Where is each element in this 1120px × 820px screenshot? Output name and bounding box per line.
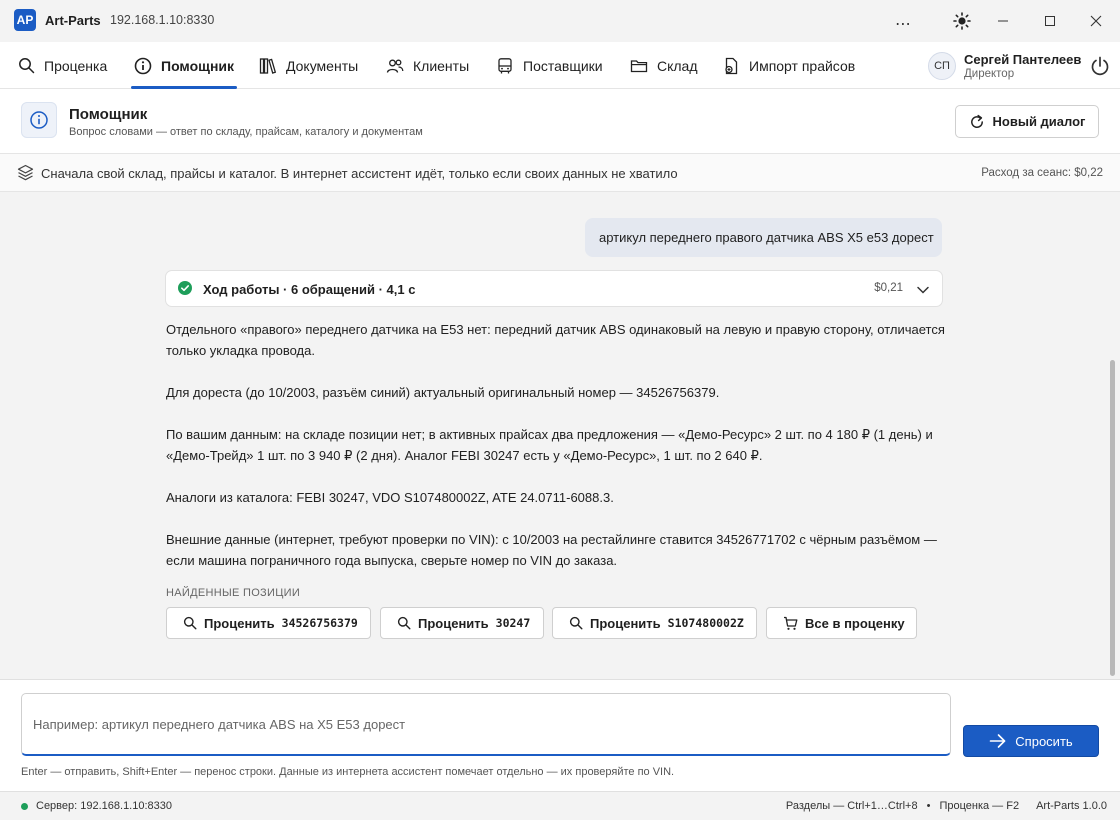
nav-item-assistant[interactable]: Помощник [130, 42, 238, 89]
button-label: Все в проценку [805, 615, 905, 631]
page-header: Помощник Вопрос словами — ответ по склад… [0, 89, 1120, 154]
info-bar: Сначала свой склад, прайсы и каталог. В … [0, 154, 1120, 192]
page-title: Помощник [69, 106, 148, 123]
part-code: 30247 [495, 616, 531, 630]
all-to-pricing-button[interactable]: Все в проценку [766, 607, 917, 639]
answer-paragraph: Аналоги из каталога: FEBI 30247, VDO S10… [166, 490, 614, 505]
new-dialog-button[interactable]: Новый диалог [955, 105, 1099, 138]
nav-item-warehouse[interactable]: Склад [630, 42, 698, 89]
answer-paragraph: Внешние данные (интернет, требуют провер… [166, 532, 937, 568]
pricing-hotkey: Проценка — F2 [939, 800, 1020, 812]
maximize-icon [1045, 16, 1055, 26]
ask-button[interactable]: Спросить [963, 725, 1099, 757]
folder-icon [630, 57, 648, 75]
search-icon [397, 616, 411, 630]
sun-icon [953, 12, 971, 30]
answer-paragraph: Для дореста (до 10/2003, разъём синий) а… [166, 385, 720, 400]
search-icon [569, 616, 583, 630]
status-separator: • [926, 800, 931, 812]
page-subtitle: Вопрос словами — ответ по складу, прайса… [69, 126, 423, 138]
cart-icon [784, 616, 798, 630]
title-bar: AP Art-Parts 192.168.1.10:8330 [0, 0, 1120, 42]
info-icon [134, 57, 152, 75]
part-code: S107480002Z [667, 616, 744, 630]
layers-icon [17, 164, 34, 181]
button-label: Проценить [590, 615, 661, 631]
user-avatar[interactable]: СП [928, 52, 956, 80]
app-name: Art-Parts [45, 13, 101, 28]
session-cost: Расход за сеанс: $0,22 [981, 167, 1103, 179]
info-bar-text: Сначала свой склад, прайсы и каталог. В … [41, 166, 678, 181]
minimize-button[interactable] [989, 8, 1017, 34]
button-label: Проценить [204, 615, 275, 631]
bus-icon [496, 57, 514, 75]
server-status-text: Сервер: 192.168.1.10:8330 [36, 800, 173, 812]
maximize-button[interactable] [1036, 8, 1064, 34]
close-icon [1090, 15, 1102, 27]
nav-item-label: Документы [286, 57, 359, 74]
nav-item-pricing[interactable]: Проценка [17, 42, 107, 89]
found-positions-label: НАЙДЕННЫЕ ПОЗИЦИИ [166, 587, 301, 599]
app-logo: AP [14, 9, 36, 31]
button-label: Проценить [418, 615, 489, 631]
price-s107480002z-button[interactable]: Проценить S107480002Z [552, 607, 757, 639]
user-message: артикул переднего правого датчика ABS X5… [585, 218, 942, 257]
server-status-dot [21, 803, 28, 810]
file-import-icon [722, 57, 740, 75]
status-bar: Сервер: 192.168.1.10:8330 Разделы — Ctrl… [0, 791, 1120, 820]
users-icon [386, 57, 404, 75]
nav-item-price-import[interactable]: Импорт прайсов [722, 42, 855, 89]
price-34526756379-button[interactable]: Проценить 34526756379 [166, 607, 371, 639]
user-role: Директор [964, 68, 1015, 80]
books-icon [259, 57, 277, 75]
nav-item-label: Склад [657, 57, 698, 74]
search-icon [17, 57, 35, 75]
nav-item-label: Поставщики [523, 57, 603, 74]
answer-paragraph: Отдельного «правого» переднего датчика н… [166, 322, 945, 358]
chevron-down-icon[interactable] [916, 284, 930, 296]
work-progress-panel[interactable]: Ход работы · 6 обращений · 4,1 с $0,21 [165, 270, 943, 307]
part-code: 34526756379 [281, 616, 358, 630]
status-right: Разделы — Ctrl+1…Ctrl+8 • Проценка — F2 … [786, 800, 1107, 812]
refresh-icon [970, 114, 983, 128]
nav-item-label: Клиенты [413, 57, 470, 74]
more-menu-button[interactable]: ⋯ [895, 14, 912, 34]
nav-item-label: Импорт прайсов [749, 57, 856, 74]
close-button[interactable] [1082, 8, 1110, 34]
input-hint: Enter — отправить, Shift+Enter — перенос… [21, 766, 675, 778]
work-progress-cost: $0,21 [874, 282, 903, 294]
chat-area: артикул переднего правого датчика ABS X5… [0, 192, 1120, 679]
power-icon [1091, 56, 1109, 76]
server-address: 192.168.1.10:8330 [110, 13, 215, 27]
arrow-right-icon [989, 734, 1006, 748]
price-30247-button[interactable]: Проценить 30247 [380, 607, 544, 639]
logout-button[interactable] [1089, 55, 1111, 77]
search-icon [183, 616, 197, 630]
answer-paragraph: По вашим данным: на складе позиции нет; … [166, 427, 933, 463]
nav-item-label: Проценка [44, 57, 108, 74]
info-icon [21, 102, 57, 138]
sections-hotkey: Разделы — Ctrl+1…Ctrl+8 [785, 800, 918, 812]
nav-item-label: Помощник [161, 57, 235, 74]
nav-item-documents[interactable]: Документы [259, 42, 358, 89]
new-dialog-label: Новый диалог [992, 114, 1086, 129]
question-input[interactable] [21, 693, 951, 756]
app-version: Art-Parts 1.0.0 [1036, 800, 1107, 812]
minimize-icon [998, 20, 1008, 22]
ask-button-label: Спросить [1015, 733, 1073, 749]
composer: Спросить Enter — отправить, Shift+Enter … [0, 679, 1120, 791]
user-name: Сергей Пантелеев [964, 52, 1082, 67]
nav-item-suppliers[interactable]: Поставщики [496, 42, 603, 89]
nav-item-clients[interactable]: Клиенты [386, 42, 469, 89]
check-circle-icon [178, 281, 192, 295]
work-progress-label: Ход работы · 6 обращений · 4,1 с [203, 282, 416, 297]
theme-toggle-button[interactable] [948, 8, 976, 34]
chat-scrollbar[interactable] [1110, 360, 1115, 676]
